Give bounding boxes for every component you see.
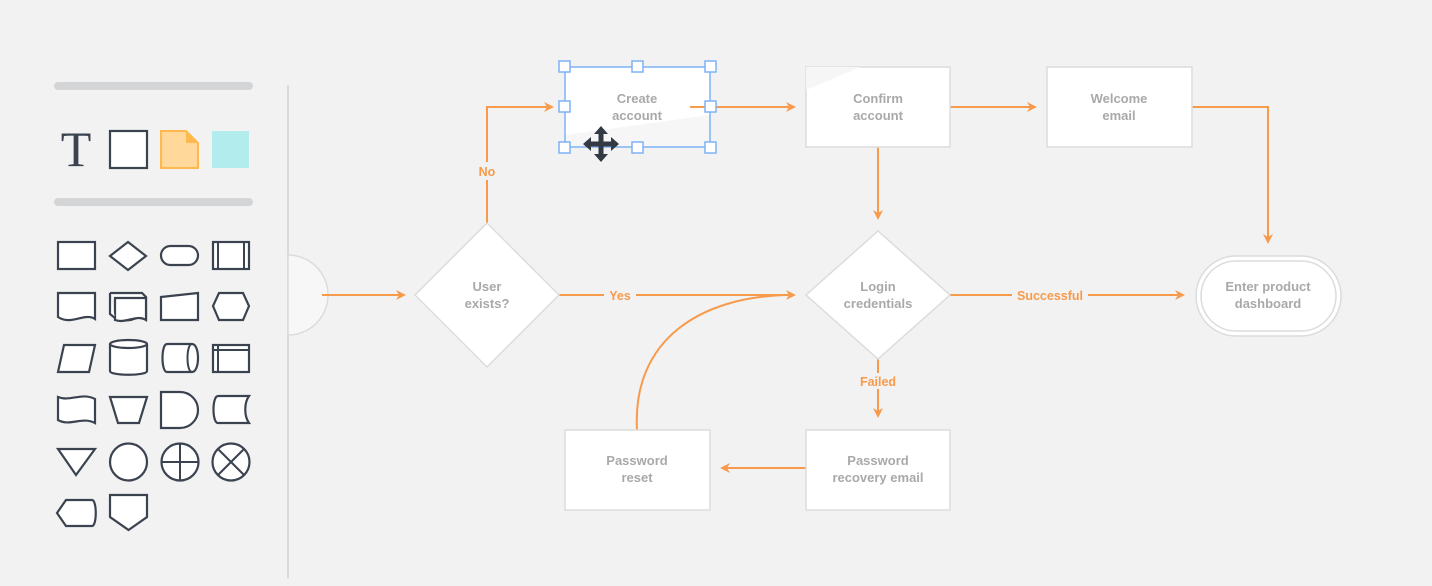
or-shape[interactable] bbox=[211, 442, 251, 482]
edge-reset-to-login[interactable] bbox=[635, 294, 791, 431]
welcome-email-node[interactable]: Welcome email bbox=[1046, 66, 1193, 148]
summing-junction-shape[interactable] bbox=[160, 442, 200, 482]
svg-text:User: User bbox=[473, 279, 502, 294]
connector-shape[interactable] bbox=[108, 442, 149, 482]
document-shape[interactable] bbox=[56, 291, 97, 322]
manual-input-shape[interactable] bbox=[159, 291, 200, 322]
shape-sidebar: T bbox=[54, 82, 253, 532]
svg-text:Create: Create bbox=[617, 91, 657, 106]
svg-text:account: account bbox=[612, 108, 663, 123]
password-recovery-email-node[interactable]: Password recovery email bbox=[805, 429, 951, 511]
resize-handle[interactable] bbox=[631, 141, 644, 154]
svg-text:Password: Password bbox=[606, 453, 667, 468]
merge-shape[interactable] bbox=[55, 447, 98, 477]
svg-text:Confirm: Confirm bbox=[853, 91, 903, 106]
resize-handle[interactable] bbox=[558, 60, 571, 73]
edge-label-successful: Successful bbox=[1017, 289, 1083, 303]
decision-shape[interactable] bbox=[108, 240, 148, 272]
svg-text:Login: Login bbox=[860, 279, 895, 294]
color-block-tool[interactable] bbox=[212, 131, 249, 168]
resize-handle[interactable] bbox=[704, 60, 717, 73]
sticky-note-tool[interactable] bbox=[160, 130, 199, 169]
display-shape[interactable] bbox=[55, 498, 97, 528]
svg-text:Enter product: Enter product bbox=[1225, 279, 1311, 294]
tape-shape[interactable] bbox=[56, 395, 97, 425]
user-exists-node[interactable]: User exists? bbox=[413, 221, 561, 369]
enter-dashboard-node[interactable]: Enter product dashboard bbox=[1195, 255, 1342, 337]
svg-text:recovery email: recovery email bbox=[832, 470, 923, 485]
off-page-reference-shape[interactable] bbox=[108, 493, 149, 532]
resize-handle[interactable] bbox=[704, 100, 717, 113]
stored-data-shape[interactable] bbox=[212, 394, 252, 425]
password-reset-node[interactable]: Password reset bbox=[564, 429, 711, 511]
login-credentials-node[interactable]: Login credentials bbox=[804, 229, 952, 361]
terminator-shape[interactable] bbox=[159, 244, 200, 267]
direct-access-storage-shape[interactable] bbox=[161, 342, 200, 374]
svg-text:credentials: credentials bbox=[844, 296, 913, 311]
predefined-process-shape[interactable] bbox=[211, 240, 251, 271]
preparation-shape[interactable] bbox=[211, 291, 251, 322]
sidebar-section-bar bbox=[54, 198, 253, 206]
editor: T No Yes Successful Failed User exists? … bbox=[54, 60, 1342, 578]
create-account-node[interactable]: Create account bbox=[565, 67, 710, 147]
text-tool[interactable]: T bbox=[61, 121, 92, 177]
edge-label-no: No bbox=[479, 165, 496, 179]
resize-handle[interactable] bbox=[558, 141, 571, 154]
svg-text:T: T bbox=[61, 121, 92, 177]
resize-handle[interactable] bbox=[558, 100, 571, 113]
edge-label-yes: Yes bbox=[609, 289, 631, 303]
svg-text:Welcome: Welcome bbox=[1091, 91, 1148, 106]
svg-text:Password: Password bbox=[847, 453, 908, 468]
sidebar-section-bar bbox=[54, 82, 253, 90]
edge-label-failed: Failed bbox=[860, 375, 896, 389]
svg-text:account: account bbox=[853, 108, 904, 123]
resize-handle[interactable] bbox=[631, 60, 644, 73]
process-shape[interactable] bbox=[56, 240, 97, 271]
manual-operation-shape[interactable] bbox=[108, 395, 149, 425]
data-shape[interactable] bbox=[56, 343, 97, 374]
database-shape[interactable] bbox=[108, 338, 149, 376]
svg-text:email: email bbox=[1102, 108, 1135, 123]
svg-text:dashboard: dashboard bbox=[1235, 296, 1302, 311]
multiple-documents-shape[interactable] bbox=[108, 291, 148, 323]
delay-shape[interactable] bbox=[159, 390, 200, 430]
internal-storage-shape[interactable] bbox=[211, 343, 251, 374]
confirm-account-node[interactable]: Confirm account bbox=[805, 66, 951, 148]
svg-text:reset: reset bbox=[621, 470, 653, 485]
resize-handle[interactable] bbox=[704, 141, 717, 154]
svg-text:exists?: exists? bbox=[465, 296, 510, 311]
shape-tool[interactable] bbox=[108, 129, 149, 170]
